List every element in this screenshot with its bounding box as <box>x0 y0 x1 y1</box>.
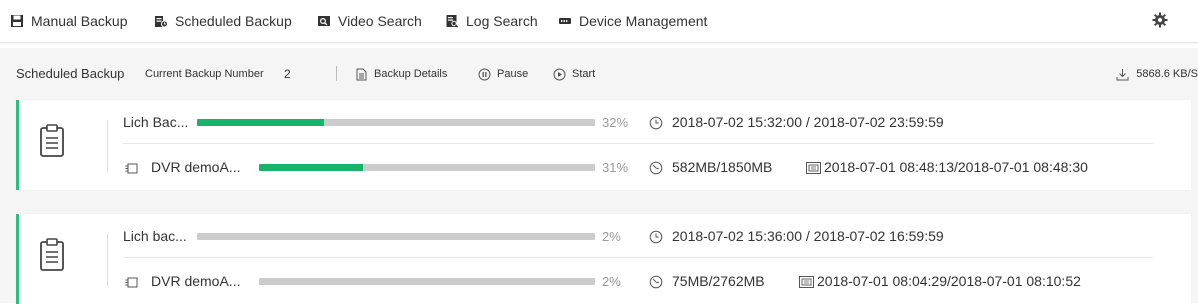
record-time-range: 2018-07-01 08:48:13/2018-07-01 08:48:30 <box>824 159 1088 175</box>
task-progress-fill <box>197 119 325 126</box>
nav-video-search[interactable]: Video Search <box>317 11 422 31</box>
scheduled-backup-icon <box>155 16 168 28</box>
video-search-icon <box>318 16 330 26</box>
device-progress-bar <box>259 164 595 171</box>
backup-size: 75MB/2762MB <box>672 273 765 289</box>
pause-icon <box>478 68 491 80</box>
device-name: DVR demoA... <box>151 159 241 175</box>
subheader-divider <box>336 66 337 81</box>
task-name: Lich Bac... <box>123 114 189 130</box>
clock-icon <box>649 230 663 244</box>
nav-log-search-label: Log Search <box>466 13 538 29</box>
nav-manual-backup-label: Manual Backup <box>31 13 128 29</box>
card-divider <box>107 234 108 286</box>
card-row-divider <box>123 143 1153 144</box>
subheader-title: Scheduled Backup <box>16 66 125 81</box>
task-progress-percent: 2% <box>602 229 621 244</box>
card-row-divider <box>123 257 1153 258</box>
card-divider <box>107 120 108 172</box>
device-name: DVR demoA... <box>151 273 241 289</box>
download-icon <box>1116 68 1129 80</box>
backup-size: 582MB/1850MB <box>672 159 773 175</box>
floppy-disk-icon <box>11 15 23 27</box>
clock-icon <box>649 116 663 130</box>
nav-scheduled-backup-label: Scheduled Backup <box>175 13 292 29</box>
start-label: Start <box>572 68 596 80</box>
backup-details-button[interactable]: Backup Details <box>355 66 447 82</box>
task-progress-bar <box>197 119 595 126</box>
task-time-range: 2018-07-02 15:32:00 / 2018-07-02 23:59:5… <box>672 114 944 130</box>
play-icon <box>553 68 566 80</box>
dvr-device-icon <box>125 277 138 288</box>
log-search-icon <box>446 15 459 28</box>
backup-subheader: Scheduled Backup Current Backup Number 2… <box>0 48 1198 98</box>
nav-scheduled-backup[interactable]: Scheduled Backup <box>154 11 292 31</box>
stopwatch-icon <box>649 161 663 175</box>
nav-video-search-label: Video Search <box>338 13 422 29</box>
backup-count-label: Current Backup Number <box>145 68 264 80</box>
transfer-speed: 5868.6 KB/S <box>1116 66 1198 82</box>
backup-task-card[interactable]: Lich bac... 2% 2018-07-02 15:36:00 / 201… <box>16 214 1191 304</box>
start-button[interactable]: Start <box>553 66 595 82</box>
pause-button[interactable]: Pause <box>478 66 528 82</box>
recording-icon <box>799 276 814 288</box>
stopwatch-icon <box>649 275 663 289</box>
nav-log-search[interactable]: Log Search <box>445 11 538 31</box>
nav-device-management-label: Device Management <box>579 13 708 29</box>
pause-label: Pause <box>497 68 529 80</box>
gear-icon[interactable] <box>1152 12 1168 28</box>
task-progress-bar <box>197 233 595 240</box>
content-area: Scheduled Backup Current Backup Number 2… <box>0 48 1198 304</box>
device-progress-percent: 31% <box>602 160 629 175</box>
recording-icon <box>806 162 821 174</box>
device-progress-bar <box>259 278 595 285</box>
nav-device-management[interactable]: Device Management <box>558 11 707 31</box>
task-name: Lich bac... <box>123 228 187 244</box>
clipboard-icon <box>40 238 64 271</box>
document-icon <box>356 68 367 80</box>
task-time-range: 2018-07-02 15:36:00 / 2018-07-02 16:59:5… <box>672 228 944 244</box>
device-progress-percent: 2% <box>602 274 621 289</box>
backup-details-label: Backup Details <box>374 68 448 80</box>
backup-task-card[interactable]: Lich Bac... 32% 2018-07-02 15:32:00 / 20… <box>16 100 1191 190</box>
clipboard-icon <box>40 124 64 157</box>
nav-manual-backup[interactable]: Manual Backup <box>10 11 128 31</box>
device-icon <box>559 18 571 24</box>
top-navigation: Manual Backup Scheduled Backup Video Sea… <box>0 0 1198 43</box>
record-time-range: 2018-07-01 08:04:29/2018-07-01 08:10:52 <box>817 273 1081 289</box>
device-progress-fill <box>259 164 364 171</box>
dvr-device-icon <box>125 163 138 174</box>
task-progress-percent: 32% <box>602 115 629 130</box>
transfer-speed-value: 5868.6 KB/S <box>1136 68 1198 80</box>
backup-count: 2 <box>284 67 291 81</box>
